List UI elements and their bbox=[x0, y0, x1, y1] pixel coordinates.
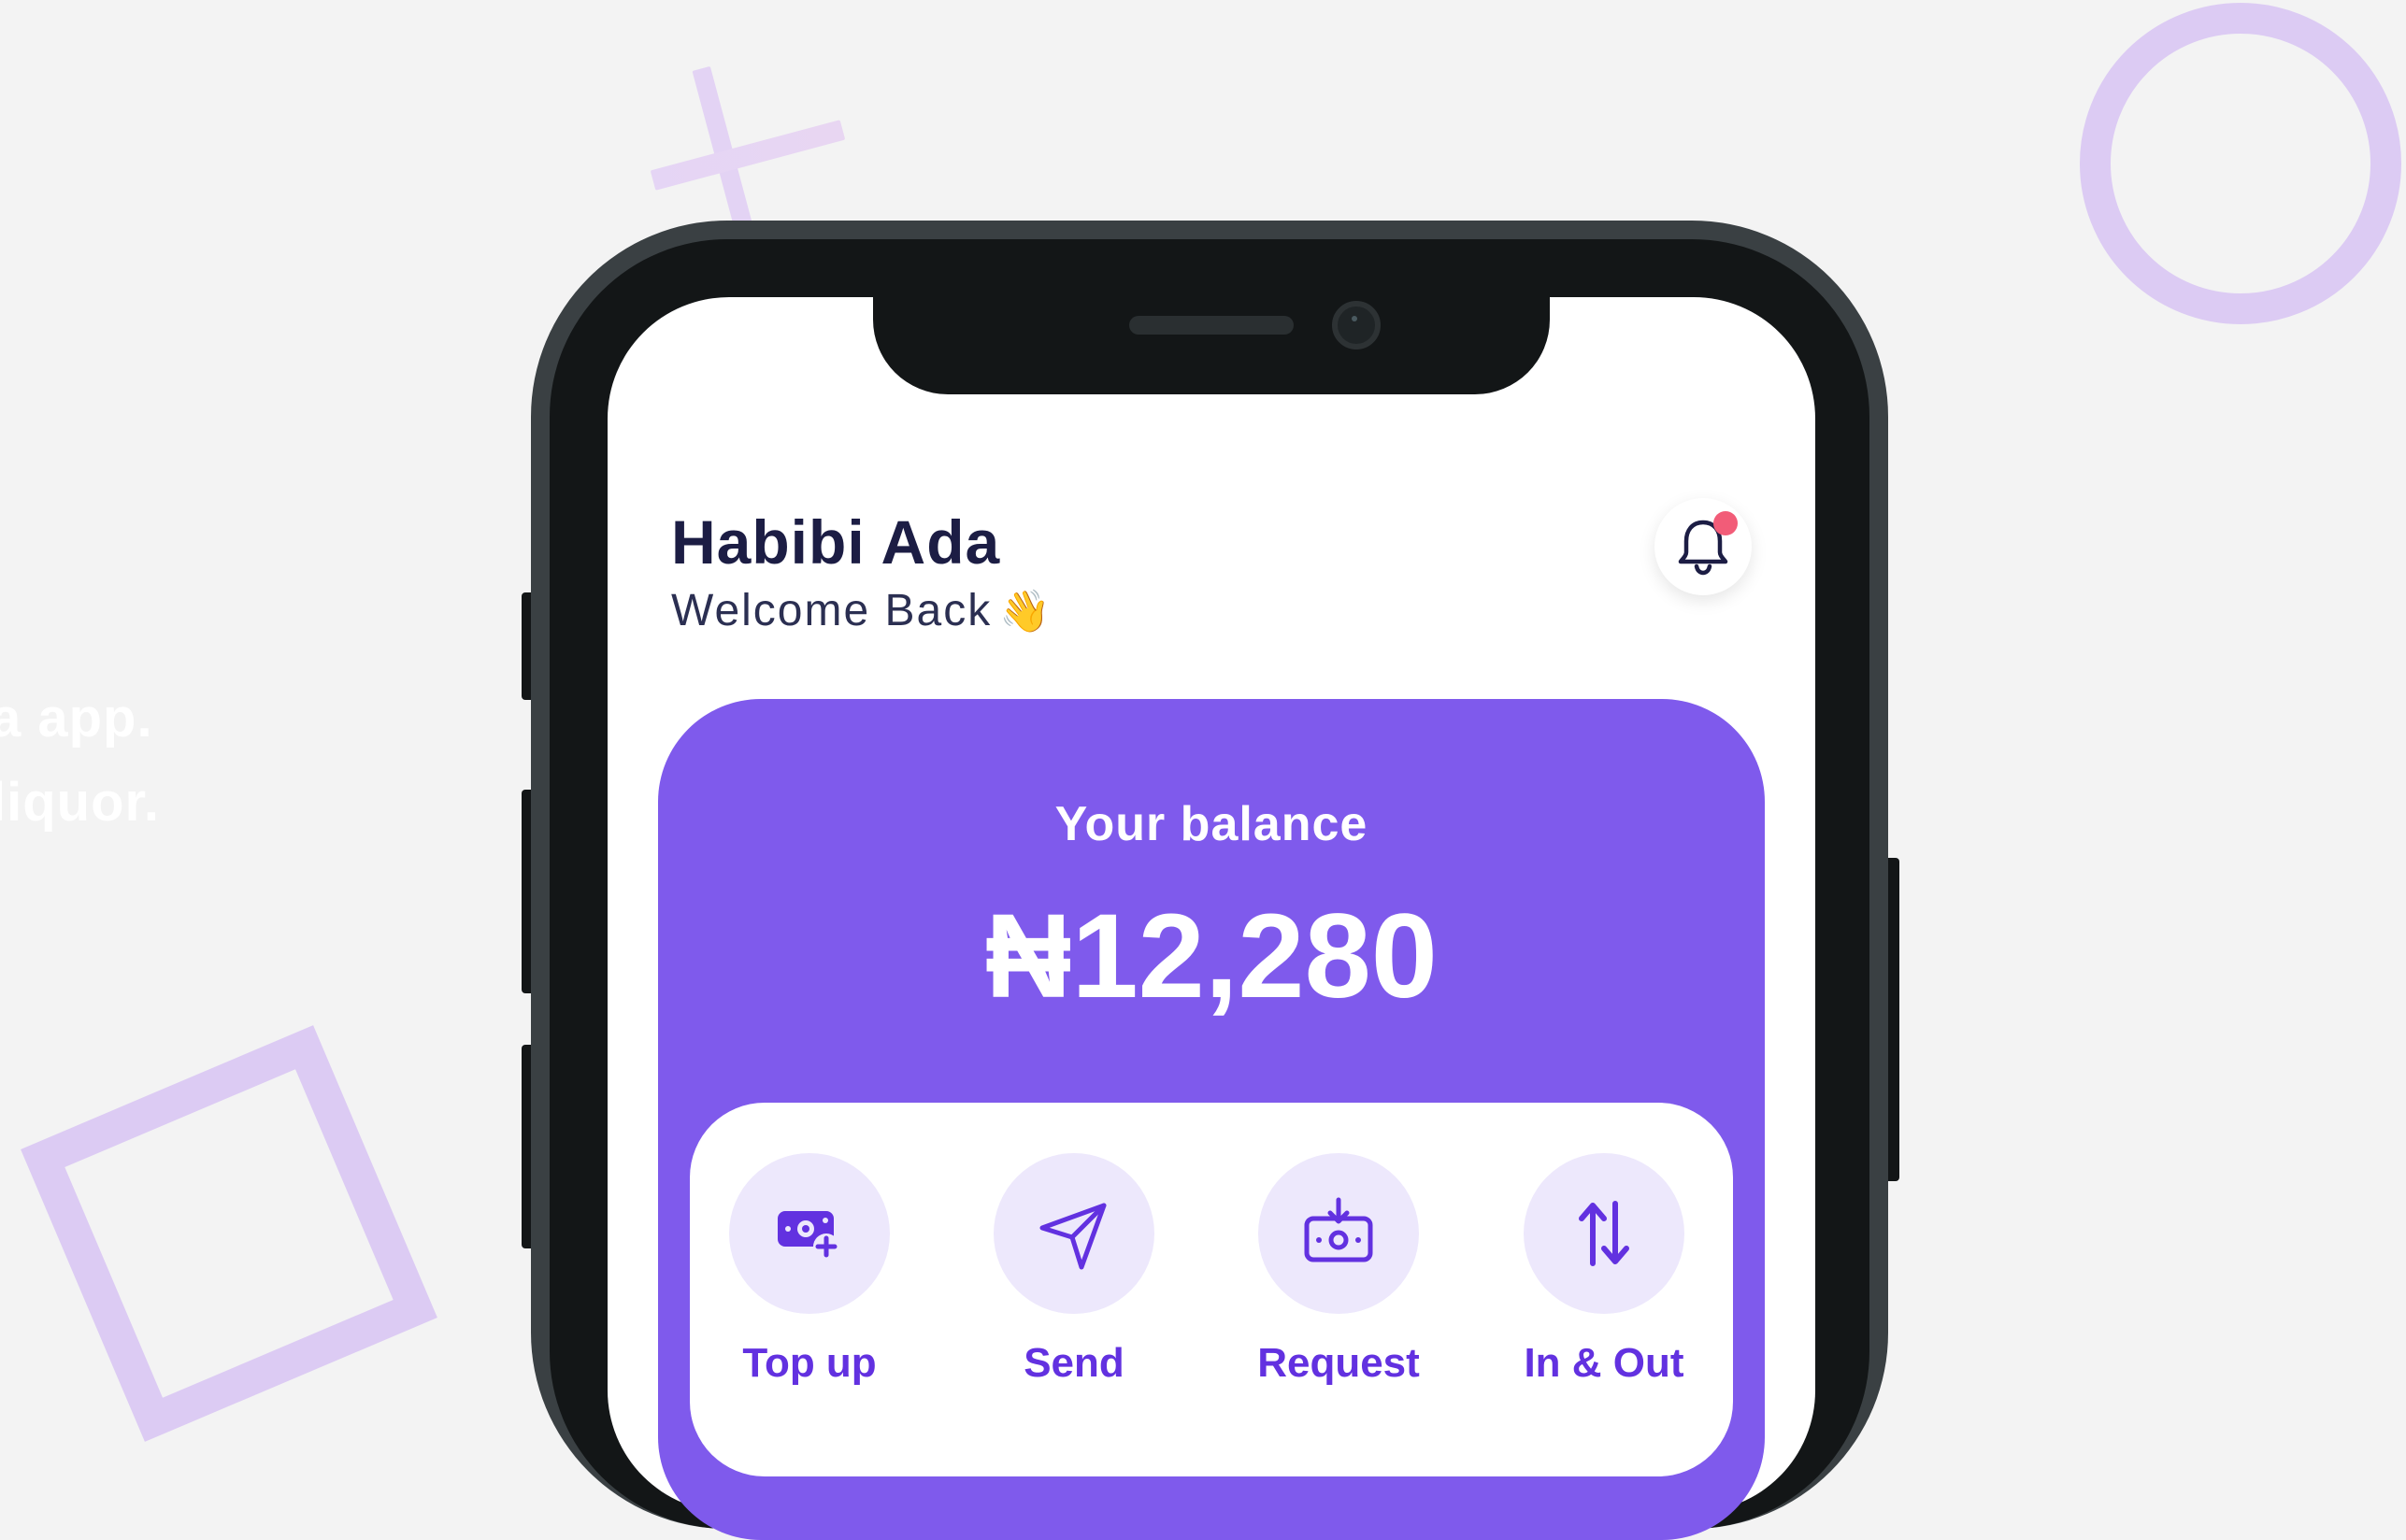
decor-ring bbox=[2080, 3, 2401, 324]
action-label: Send bbox=[1024, 1340, 1124, 1386]
action-label: Top up bbox=[742, 1340, 877, 1386]
action-label: Request bbox=[1257, 1340, 1420, 1386]
decor-text-line: liquor. bbox=[0, 772, 160, 833]
welcome-text: Welcome Back bbox=[671, 586, 993, 635]
action-icon-circle bbox=[729, 1153, 890, 1314]
decor-text-line: a app. bbox=[0, 688, 153, 749]
send-button[interactable]: Send bbox=[971, 1153, 1177, 1405]
decor-cross-stroke bbox=[650, 120, 846, 191]
action-label: In & Out bbox=[1524, 1340, 1684, 1386]
notifications-button[interactable] bbox=[1654, 498, 1752, 595]
action-icon-circle bbox=[994, 1153, 1154, 1314]
action-icon-circle bbox=[1258, 1153, 1419, 1314]
balance-label: Your balance bbox=[1054, 797, 1368, 851]
request-button[interactable]: Request bbox=[1236, 1153, 1441, 1405]
in-and-out-button[interactable]: In & Out bbox=[1501, 1153, 1707, 1405]
action-icon-circle bbox=[1524, 1153, 1684, 1314]
balance-amount: ₦12,280 bbox=[985, 890, 1438, 1023]
money-receive-icon bbox=[1304, 1197, 1373, 1262]
money-plus-icon bbox=[778, 1211, 839, 1260]
top-up-button[interactable]: Top up bbox=[707, 1153, 912, 1405]
phone-notch bbox=[873, 280, 1550, 394]
welcome-message: Welcome Back 👋 bbox=[671, 585, 1053, 636]
decor-square bbox=[21, 1025, 437, 1442]
phone-camera bbox=[1332, 301, 1381, 349]
waving-hand-icon: 👋 bbox=[999, 589, 1053, 635]
notification-badge-dot bbox=[1713, 511, 1738, 535]
arrows-up-down-icon bbox=[1579, 1201, 1629, 1266]
send-icon bbox=[1039, 1203, 1107, 1270]
phone-speaker bbox=[1129, 316, 1294, 335]
user-name: Habibi Ada bbox=[671, 507, 1001, 577]
